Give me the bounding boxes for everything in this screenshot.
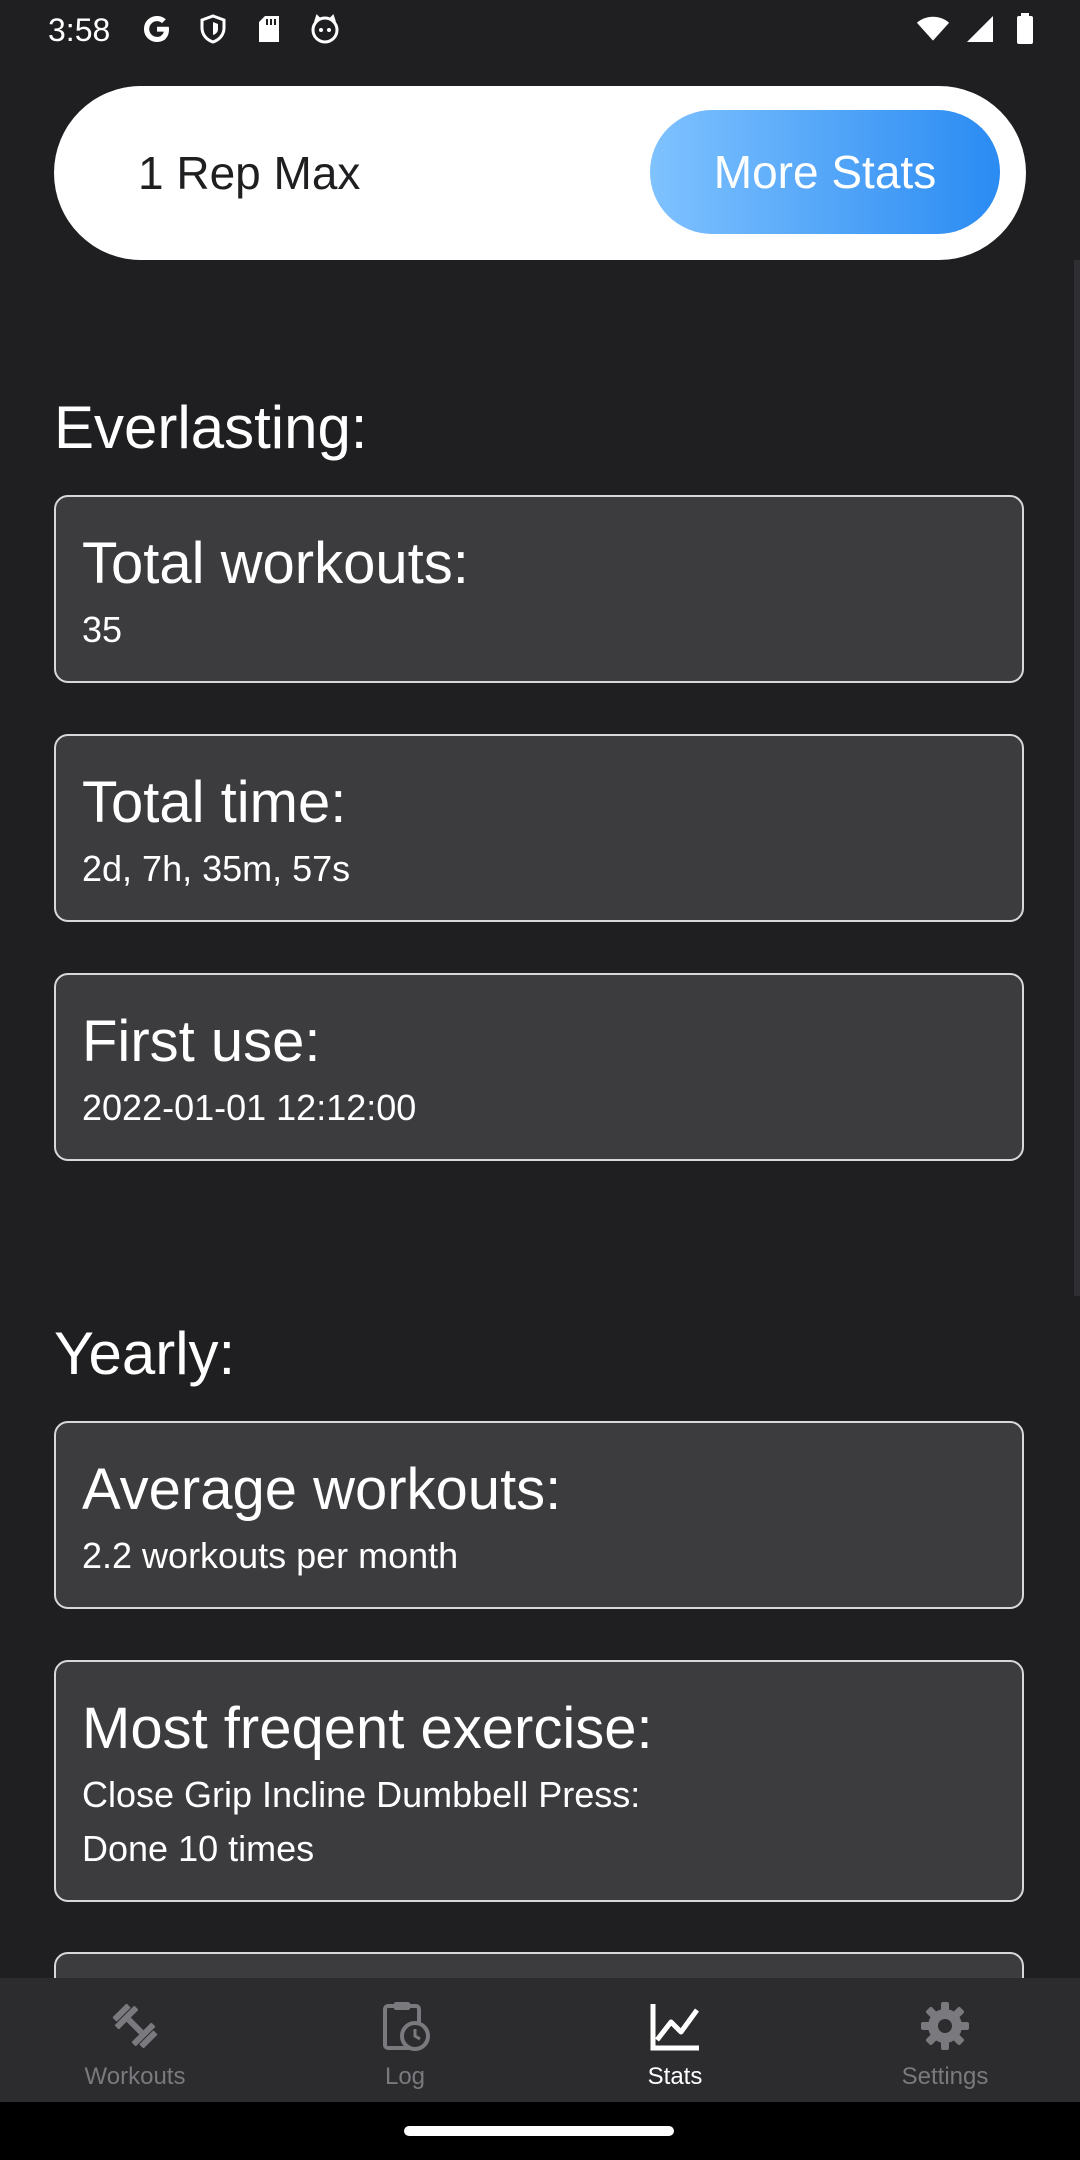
gesture-handle[interactable] <box>404 2126 674 2136</box>
total-time-card: Total time: 2d, 7h, 35m, 57s <box>54 734 1024 922</box>
status-icons-left <box>140 12 342 46</box>
status-time: 3:58 <box>48 12 111 48</box>
first-use-card: First use: 2022-01-01 12:12:00 <box>54 973 1024 1161</box>
dumbbell-icon <box>105 1996 165 2056</box>
nav-item-workouts[interactable]: Workouts <box>0 1978 270 2102</box>
card-value-secondary: Done 10 times <box>82 1828 315 1869</box>
yearly-heading: Yearly: <box>54 1320 236 1387</box>
sd-card-icon <box>252 12 286 46</box>
nav-item-log[interactable]: Log <box>270 1978 540 2102</box>
card-title: Most freqent exercise: <box>82 1696 653 1761</box>
card-title: Average workouts: <box>82 1457 562 1522</box>
card-title: First use: <box>82 1009 321 1074</box>
chart-line-icon <box>645 1996 705 2056</box>
battery-icon <box>1008 12 1042 46</box>
scrollbar[interactable] <box>1074 260 1080 1296</box>
everlasting-heading: Everlasting: <box>54 394 368 461</box>
shield-icon <box>196 12 230 46</box>
stats-segmented-control: 1 Rep Max More Stats <box>54 86 1026 260</box>
clipboard-clock-icon <box>375 1996 435 2056</box>
google-icon <box>140 12 174 46</box>
bottom-navigation: Workouts Log Stats Settings <box>0 1978 1080 2102</box>
card-title: Total workouts: <box>82 531 469 596</box>
wifi-icon <box>916 12 950 46</box>
nav-label-workouts: Workouts <box>84 2063 186 2090</box>
card-value: 2.2 workouts per month <box>82 1535 459 1576</box>
card-value: 2d, 7h, 35m, 57s <box>82 848 351 889</box>
card-value: Close Grip Incline Dumbbell Press: <box>82 1774 641 1815</box>
nav-label-stats: Stats <box>647 2063 703 2090</box>
status-bar: 3:58 <box>0 0 1080 60</box>
one-rep-max-tab[interactable]: 1 Rep Max <box>138 86 360 260</box>
nav-label-log: Log <box>384 2063 426 2090</box>
card-value: 2022-01-01 12:12:00 <box>82 1087 417 1128</box>
average-workouts-card: Average workouts: 2.2 workouts per month <box>54 1421 1024 1609</box>
most-frequent-exercise-card: Most freqent exercise: Close Grip Inclin… <box>54 1660 1024 1902</box>
total-workouts-card: Total workouts: 35 <box>54 495 1024 683</box>
nav-item-settings[interactable]: Settings <box>810 1978 1080 2102</box>
card-value: 35 <box>82 609 123 650</box>
nav-item-stats[interactable]: Stats <box>540 1978 810 2102</box>
card-title: Total time: <box>82 770 347 835</box>
status-icons-right <box>916 12 1042 46</box>
more-stats-tab[interactable]: More Stats <box>650 110 1000 234</box>
nav-label-settings: Settings <box>901 2063 989 2090</box>
signal-icon <box>962 12 996 46</box>
cat-icon <box>308 12 342 46</box>
gear-icon <box>915 1996 975 2056</box>
stats-screen: 3:58 1 Rep Max More Stats Everlasting: T… <box>0 0 1080 2160</box>
